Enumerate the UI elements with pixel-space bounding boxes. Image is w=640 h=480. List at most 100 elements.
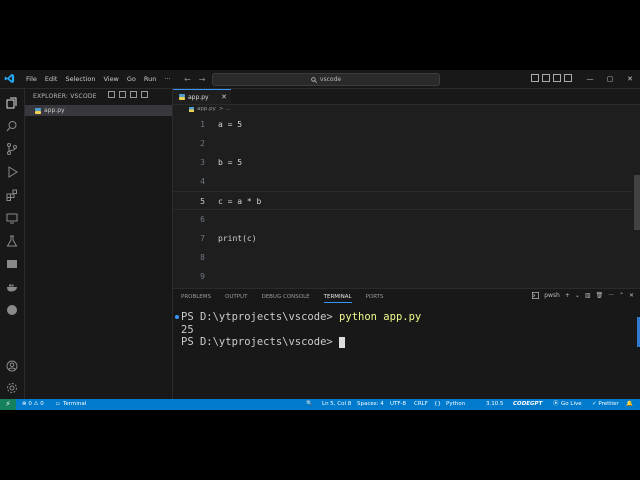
- jupyter-icon[interactable]: [6, 255, 18, 268]
- menu-file[interactable]: File: [22, 70, 41, 88]
- encoding[interactable]: UTF-8: [390, 399, 406, 410]
- problems-status[interactable]: ⊗ 0 ⚠ 0: [22, 399, 44, 410]
- settings-gear-icon[interactable]: [6, 379, 18, 393]
- menu-selection[interactable]: Selection: [61, 70, 99, 88]
- shell-name[interactable]: pwsh: [544, 292, 560, 299]
- line-code: a = 5: [218, 120, 243, 129]
- line-code: b = 5: [218, 158, 243, 167]
- tab-app-py[interactable]: app.py ✕: [173, 89, 231, 104]
- tab-problems[interactable]: PROBLEMS: [181, 294, 211, 303]
- toggle-sidebar-icon[interactable]: [531, 74, 539, 82]
- close-panel-icon[interactable]: ✕: [629, 292, 634, 299]
- python-file-icon: [35, 107, 41, 114]
- line-number: 6: [200, 215, 205, 224]
- run-debug-icon[interactable]: [6, 163, 18, 178]
- breadcrumb-more[interactable]: > ...: [219, 106, 231, 112]
- code-line: 9: [173, 267, 633, 286]
- maximize-button[interactable]: ▢: [600, 70, 620, 88]
- explorer-sidebar: EXPLORER: VSCODE app.py: [25, 89, 173, 399]
- tab-label: app.py: [188, 93, 209, 101]
- toggle-secondary-sidebar-icon[interactable]: [553, 74, 561, 82]
- remote-explorer-icon[interactable]: [6, 209, 18, 224]
- terminal-status[interactable]: Terminal: [63, 399, 86, 410]
- editor-scrollbar[interactable]: [634, 175, 640, 230]
- bottom-panel: PROBLEMS OUTPUT DEBUG CONSOLE TERMINAL P…: [173, 288, 640, 400]
- search-icon[interactable]: [6, 117, 18, 132]
- search-label: vscode: [319, 76, 342, 83]
- indentation[interactable]: Spaces: 4: [357, 399, 384, 410]
- python-version[interactable]: 3.10.5: [486, 399, 504, 410]
- codegpt-status[interactable]: CODEGPT: [513, 399, 542, 410]
- customize-layout-icon[interactable]: [564, 74, 572, 82]
- cursor-position[interactable]: Ln 5, Col 8: [322, 399, 351, 410]
- trash-icon[interactable]: 🗑: [596, 292, 604, 299]
- forward-arrow-icon[interactable]: →: [199, 75, 206, 84]
- testing-icon[interactable]: [6, 232, 18, 247]
- breadcrumb-file[interactable]: app.py: [197, 106, 216, 112]
- collapse-all-icon[interactable]: [141, 91, 148, 98]
- braces-icon: {}: [434, 401, 441, 407]
- explorer-header: EXPLORER: VSCODE: [33, 93, 97, 100]
- menu-edit[interactable]: Edit: [41, 70, 62, 88]
- file-name: app.py: [44, 107, 65, 114]
- file-item-app-py[interactable]: app.py: [25, 105, 172, 116]
- chevron-down-icon[interactable]: ⌄: [575, 292, 580, 299]
- line-number: 3: [200, 158, 205, 167]
- tab-output[interactable]: OUTPUT: [225, 294, 247, 303]
- code-line: 8: [173, 248, 633, 267]
- breadcrumb: app.py > ...: [189, 106, 230, 112]
- line-endings[interactable]: CRLF: [414, 399, 428, 410]
- menu-run[interactable]: Run: [140, 70, 160, 88]
- remote-indicator-icon[interactable]: ⚡: [0, 399, 16, 410]
- tab-debug-console[interactable]: DEBUG CONSOLE: [261, 294, 309, 303]
- code-line: 1 a = 5: [173, 115, 633, 134]
- code-line: 7 print(c): [173, 229, 633, 248]
- menu-go[interactable]: Go: [123, 70, 140, 88]
- extensions-icon[interactable]: [6, 186, 18, 201]
- menu-more[interactable]: ···: [160, 70, 174, 88]
- refresh-icon[interactable]: [130, 91, 137, 98]
- prettier-status[interactable]: ✓ Prettier: [592, 399, 619, 410]
- close-tab-icon[interactable]: ✕: [221, 93, 227, 101]
- new-terminal-icon[interactable]: +: [565, 292, 570, 299]
- toggle-panel-icon[interactable]: [542, 74, 550, 82]
- code-line: 6: [173, 210, 633, 229]
- source-control-icon[interactable]: [6, 140, 18, 155]
- line-number: 2: [200, 139, 205, 148]
- go-live-button[interactable]: Go Live: [561, 399, 582, 410]
- tab-ports[interactable]: PORTS: [366, 294, 384, 303]
- tab-terminal[interactable]: TERMINAL: [323, 294, 352, 303]
- explorer-icon[interactable]: [6, 94, 18, 109]
- line-code: c = a * b: [218, 197, 262, 206]
- terminal-actions: pwsh + ⌄ ▥ 🗑 ··· ⌃ ✕: [532, 292, 634, 299]
- terminal-prompt: PS D:\ytprojects\vscode>: [181, 336, 340, 348]
- code-editor[interactable]: 1 a = 5 2 3 b = 5 4 5 c = a * b 6 7 print(c)…: [173, 115, 640, 285]
- terminal-result: 25: [181, 323, 194, 336]
- live-share-icon[interactable]: [6, 301, 18, 315]
- command-center-search[interactable]: vscode: [212, 73, 440, 86]
- back-arrow-icon[interactable]: ←: [184, 75, 191, 84]
- split-terminal-icon[interactable]: ▥: [585, 292, 591, 299]
- line-number: 5: [200, 197, 205, 206]
- docker-icon[interactable]: [6, 278, 18, 292]
- code-line: 4: [173, 172, 633, 191]
- new-folder-icon[interactable]: [119, 91, 126, 98]
- accounts-icon[interactable]: [6, 357, 18, 372]
- zoom-icon[interactable]: 🔍: [306, 399, 313, 410]
- status-bar: ⚡ ⊗ 0 ⚠ 0 ▫ Terminal 🔍 Ln 5, Col 8 Space…: [0, 399, 640, 410]
- line-number: 8: [200, 253, 205, 262]
- more-actions-icon[interactable]: ···: [608, 292, 614, 299]
- broadcast-icon: ⦿: [553, 401, 559, 407]
- menu-view[interactable]: View: [99, 70, 122, 88]
- close-window-button[interactable]: ✕: [620, 70, 640, 88]
- vscode-window: File Edit Selection View Go Run ··· ← → …: [0, 70, 640, 410]
- terminal-command: python app.py: [339, 311, 422, 323]
- new-file-icon[interactable]: [108, 91, 115, 98]
- language-mode[interactable]: Python: [446, 399, 465, 410]
- code-line: 3 b = 5: [173, 153, 633, 172]
- maximize-panel-icon[interactable]: ⌃: [619, 292, 624, 299]
- terminal-output[interactable]: PS D:\ytprojects\vscode> python app.py 2…: [181, 311, 421, 349]
- editor-tabs: app.py ✕: [173, 89, 640, 105]
- minimize-button[interactable]: —: [580, 70, 600, 88]
- notifications-bell-icon[interactable]: 🔔: [626, 399, 633, 410]
